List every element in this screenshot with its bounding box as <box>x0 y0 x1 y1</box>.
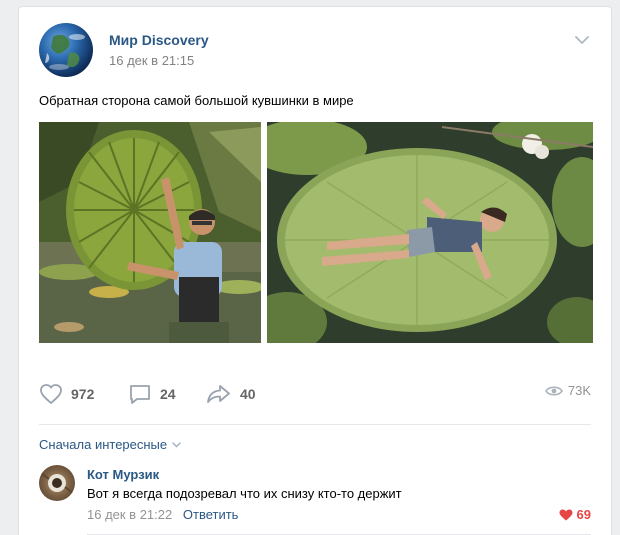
share-button[interactable]: 40 <box>206 383 256 405</box>
divider <box>39 424 591 425</box>
post-photo-1[interactable] <box>39 122 261 343</box>
chevron-down-icon <box>172 441 181 447</box>
comment-meta: 16 дек в 21:22 Ответить <box>87 507 238 522</box>
view-count: 73K <box>567 383 591 398</box>
comment-like-count: 69 <box>576 507 591 522</box>
heart-filled-icon <box>559 509 573 520</box>
reply-button[interactable]: Ответить <box>183 507 239 522</box>
share-icon <box>207 385 230 403</box>
sort-label: Сначала интересные <box>39 437 168 452</box>
views-counter: 73K <box>544 383 591 398</box>
comment-author-avatar[interactable] <box>39 465 75 501</box>
like-button[interactable]: 972 <box>39 383 94 405</box>
share-count: 40 <box>240 386 256 402</box>
chevron-down-icon[interactable] <box>575 35 589 45</box>
community-avatar[interactable] <box>39 23 93 77</box>
post-text: Обратная сторона самой большой кувшинки … <box>39 93 354 108</box>
comment-button[interactable]: 24 <box>128 383 176 405</box>
eye-icon <box>544 385 563 396</box>
post-actions: 972 24 40 73K <box>39 383 591 407</box>
comments-sort-dropdown[interactable]: Сначала интересные <box>39 437 181 452</box>
comment-date[interactable]: 16 дек в 21:22 <box>87 507 172 522</box>
post-author[interactable]: Мир Discovery <box>109 32 209 48</box>
post-date[interactable]: 16 дек в 21:15 <box>109 53 194 68</box>
post-photo-2[interactable] <box>267 122 593 343</box>
comment-author[interactable]: Кот Мурзик <box>87 467 159 482</box>
like-count: 972 <box>71 386 95 402</box>
comment-count: 24 <box>160 386 176 402</box>
post-card: Мир Discovery 16 дек в 21:15 Обратная ст… <box>18 6 612 535</box>
heart-icon <box>40 384 62 404</box>
comment-text: Вот я всегда подозревал что их снизу кто… <box>87 486 402 501</box>
comment-icon <box>130 385 150 404</box>
comment-like-button[interactable]: 69 <box>559 507 591 522</box>
